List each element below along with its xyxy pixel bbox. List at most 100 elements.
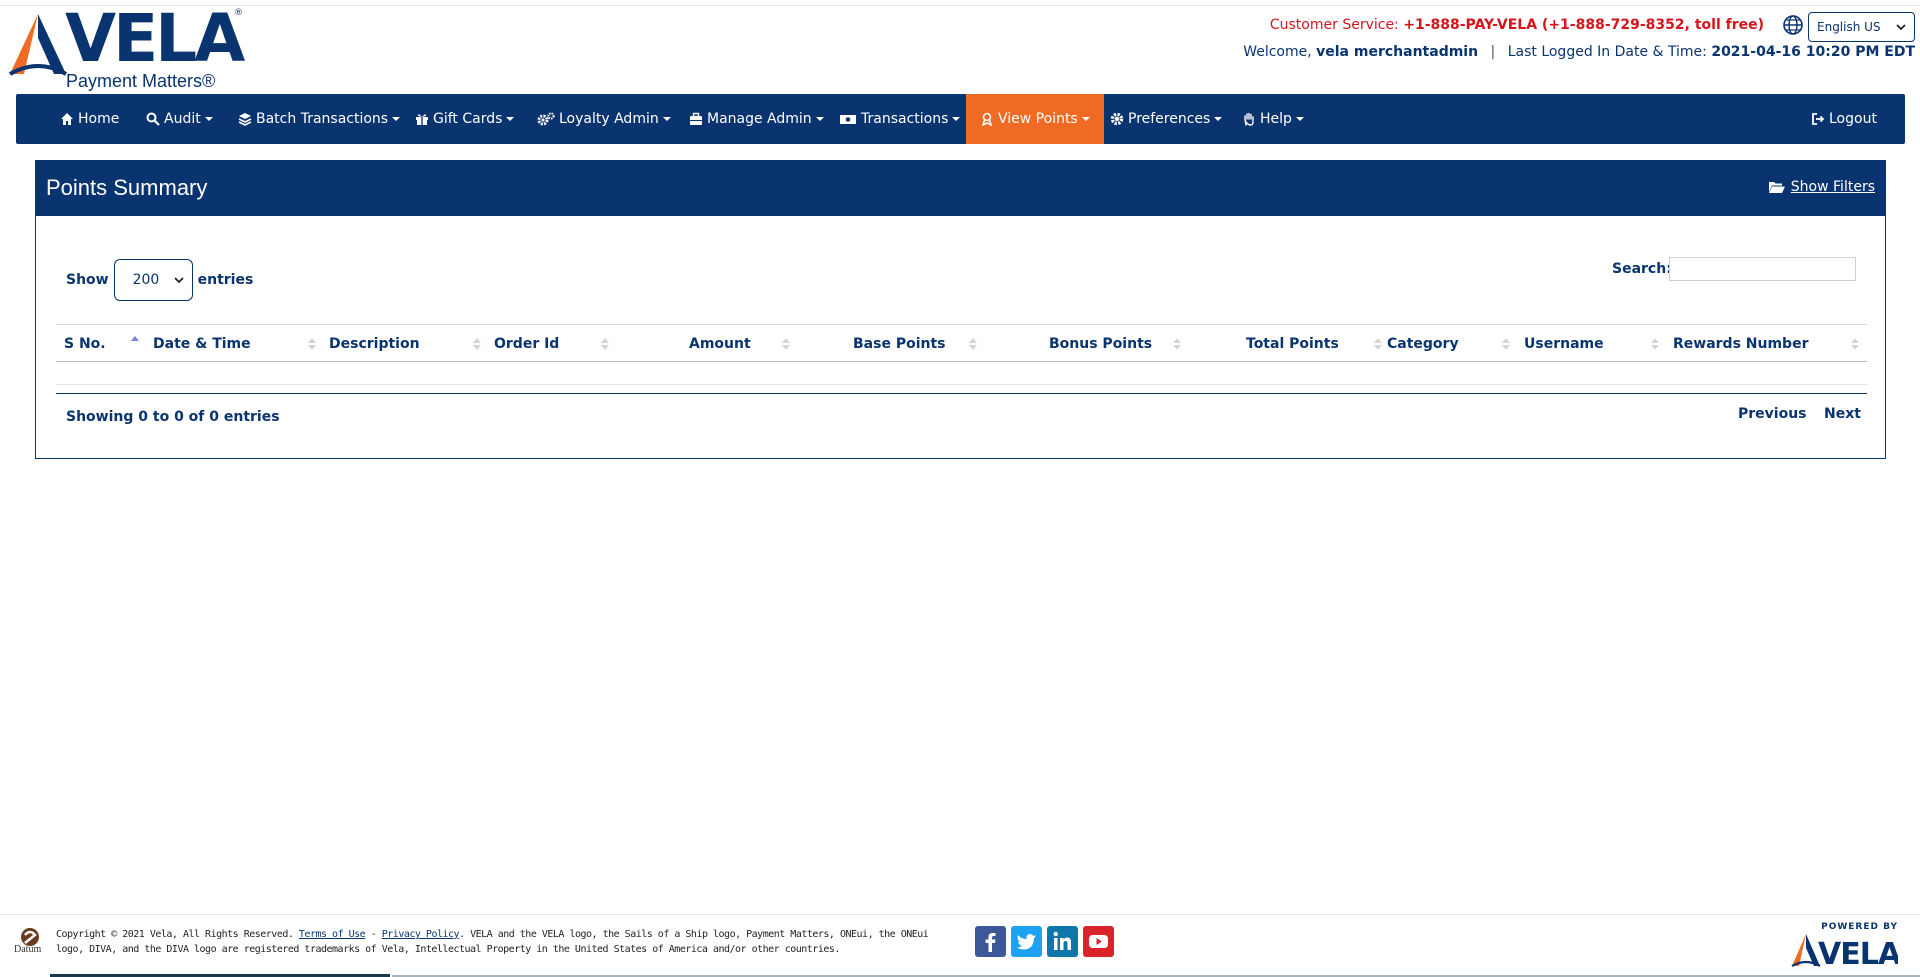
col-s-no[interactable]: S No.: [64, 325, 106, 363]
nav-audit[interactable]: Audit: [146, 94, 213, 144]
home-icon: [60, 112, 74, 126]
show-filters-link[interactable]: Show Filters: [1768, 179, 1875, 195]
nav-help[interactable]: Help: [1242, 94, 1304, 144]
youtube-button[interactable]: [1083, 926, 1114, 957]
money-icon: [839, 112, 857, 126]
last-login-label: Last Logged In Date & Time:: [1507, 44, 1707, 60]
globe-icon[interactable]: [1782, 14, 1804, 36]
cogs-icon: [537, 112, 555, 126]
nav-gift-cards[interactable]: Gift Cards: [415, 94, 515, 144]
sort-icon: [969, 338, 977, 350]
facebook-button[interactable]: [975, 926, 1006, 957]
privacy-policy-link[interactable]: Privacy Policy: [382, 929, 460, 940]
next-button[interactable]: Next: [1824, 406, 1861, 422]
col-category-label: Category: [1387, 336, 1459, 352]
nav-view-points-label: View Points: [998, 111, 1078, 127]
youtube-icon: [1089, 935, 1108, 948]
table-footer-line: [56, 393, 1867, 394]
nav-batch-transactions-label: Batch Transactions: [256, 111, 389, 127]
logo-wordmark: VELA: [65, 0, 245, 77]
twitter-icon: [1017, 934, 1036, 950]
col-description[interactable]: Description: [329, 325, 420, 363]
sort-icon: [1173, 338, 1181, 350]
customer-service: Customer Service: +1-888-PAY-VELA (+1-88…: [1270, 17, 1764, 33]
caret-down-icon: [506, 117, 515, 121]
datum-label: Datum: [14, 944, 42, 955]
search-icon: [146, 112, 160, 126]
sort-asc-icon: [131, 336, 139, 341]
col-base-points-label: Base Points: [853, 336, 946, 352]
col-rewards-number[interactable]: Rewards Number: [1673, 325, 1808, 363]
nav-preferences[interactable]: Preferences: [1110, 94, 1223, 144]
sort-icon: [1651, 338, 1659, 350]
nav-gift-cards-label: Gift Cards: [433, 111, 503, 127]
sort-icon: [473, 338, 481, 350]
nav-help-label: Help: [1260, 111, 1292, 127]
caret-down-icon: [1295, 117, 1304, 121]
col-date-time[interactable]: Date & Time: [153, 325, 251, 363]
sort-icon: [308, 338, 316, 350]
customer-service-label: Customer Service:: [1269, 17, 1399, 33]
vela-logo[interactable]: VELA ® Payment Matters®: [8, 4, 258, 92]
nav-loyalty-admin[interactable]: Loyalty Admin: [537, 94, 671, 144]
table-header: S No. Date & Time Description Order Id A…: [56, 324, 1867, 362]
nav-transactions[interactable]: Transactions: [839, 94, 961, 144]
terms-of-use-link[interactable]: Terms of Use: [299, 929, 366, 940]
previous-button[interactable]: Previous: [1738, 406, 1807, 422]
nav-view-points[interactable]: View Points: [966, 94, 1104, 144]
nav-transactions-label: Transactions: [861, 111, 949, 127]
copyright-prefix: Copyright © 2021 Vela, All Rights Reserv…: [56, 929, 294, 940]
top-border: [0, 0, 1920, 6]
caret-down-icon: [392, 117, 401, 121]
sort-icon: [1374, 338, 1382, 350]
col-base-points[interactable]: Base Points: [853, 325, 946, 363]
language-value: English US: [1817, 20, 1881, 34]
nav-logout[interactable]: Logout: [1811, 94, 1877, 144]
col-username-label: Username: [1524, 336, 1604, 352]
sort-icon: [601, 338, 609, 350]
col-order-id[interactable]: Order Id: [494, 325, 559, 363]
caret-down-icon: [952, 117, 961, 121]
award-icon: [980, 112, 994, 126]
table-info: Showing 0 to 0 of 0 entries: [66, 409, 280, 425]
folder-open-icon: [1768, 182, 1785, 193]
search-input[interactable]: [1669, 257, 1856, 281]
chevron-down-icon: [1896, 24, 1906, 31]
welcome-label: Welcome,: [1243, 44, 1312, 60]
nav-home[interactable]: Home: [60, 94, 119, 144]
points-summary-panel: Points Summary Show Filters Show 200 ent…: [35, 160, 1886, 459]
facebook-icon: [985, 933, 996, 952]
customer-service-number: +1-888-PAY-VELA (+1-888-729-8352, toll f…: [1403, 17, 1764, 33]
hand-icon: [1242, 112, 1256, 126]
language-select[interactable]: English US: [1808, 12, 1915, 42]
col-amount[interactable]: Amount: [689, 325, 751, 363]
linkedin-button[interactable]: [1047, 926, 1078, 957]
page-size-select[interactable]: 200: [113, 259, 193, 301]
col-order-id-label: Order Id: [494, 336, 560, 352]
gear-icon: [1110, 112, 1124, 126]
col-bonus-points[interactable]: Bonus Points: [1049, 325, 1152, 363]
nav-batch-transactions[interactable]: Batch Transactions: [238, 94, 401, 144]
separator: |: [1490, 44, 1496, 60]
col-rewards-number-label: Rewards Number: [1673, 336, 1809, 352]
col-amount-label: Amount: [689, 336, 751, 352]
search-label: Search:: [1612, 261, 1672, 277]
nav-manage-admin-label: Manage Admin: [707, 111, 812, 127]
username: vela merchantadmin: [1316, 44, 1479, 60]
col-description-label: Description: [329, 336, 420, 352]
chevron-down-icon: [173, 277, 184, 284]
col-username[interactable]: Username: [1524, 325, 1604, 363]
col-category[interactable]: Category: [1387, 325, 1459, 363]
col-total-points-label: Total Points: [1246, 336, 1339, 352]
twitter-button[interactable]: [1011, 926, 1042, 957]
vela-footer-logo[interactable]: VELA: [1788, 924, 1898, 970]
entries-label: entries: [197, 272, 254, 288]
col-total-points[interactable]: Total Points: [1246, 325, 1339, 363]
page-title: Points Summary: [46, 175, 208, 200]
logo-tagline: Payment Matters®: [66, 71, 216, 91]
welcome-line: Welcome, vela merchantadmin | Last Logge…: [1243, 44, 1915, 60]
nav-manage-admin[interactable]: Manage Admin: [689, 94, 824, 144]
footer-logo-wordmark: VELA: [1818, 937, 1898, 970]
table-empty-row: [56, 362, 1867, 385]
caret-down-icon: [662, 117, 671, 121]
